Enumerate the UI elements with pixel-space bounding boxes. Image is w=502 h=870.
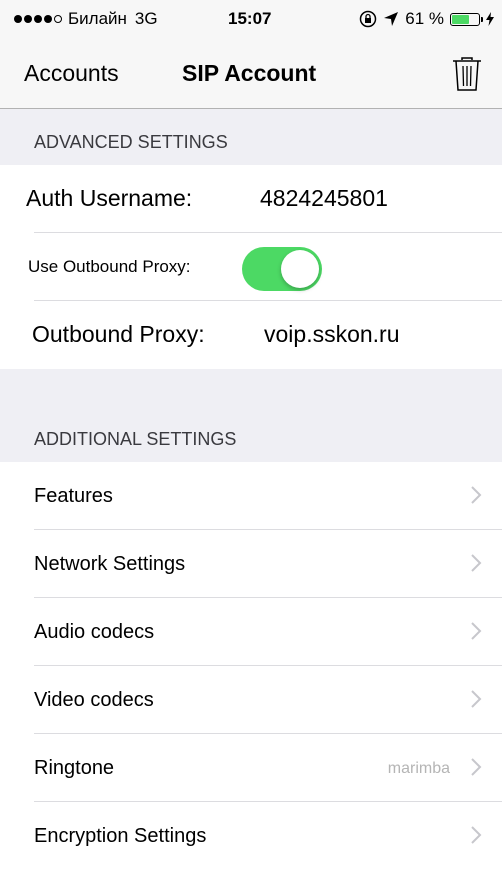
lock-rotation-icon <box>360 10 377 28</box>
location-arrow-icon <box>384 12 399 26</box>
list-item-audio-codecs[interactable]: Audio codecs <box>0 598 502 666</box>
auth-username-label: Auth Username: <box>26 185 193 211</box>
chevron-right-icon <box>471 554 482 572</box>
status-time: 15:07 <box>228 9 272 28</box>
battery-percent: 61 % <box>405 9 444 28</box>
back-button[interactable]: Accounts <box>24 60 119 87</box>
list-item-label: Encryption Settings <box>34 825 207 847</box>
toggle-knob <box>281 250 319 288</box>
network-type: 3G <box>134 9 158 28</box>
section-title: ADVANCED SETTINGS <box>34 132 228 152</box>
list-item-label: Network Settings <box>34 553 186 575</box>
list-item-label: Audio codecs <box>34 621 155 643</box>
list-item-network-settings[interactable]: Network Settings <box>0 530 502 598</box>
list-item-features[interactable]: Features <box>0 462 502 530</box>
list-item-label: Ringtone <box>34 757 115 779</box>
list-item-label: Video codecs <box>34 689 154 711</box>
charging-bolt-icon <box>486 12 494 26</box>
status-left: Билайн 3G <box>14 9 158 29</box>
outbound-proxy-label: Outbound Proxy: <box>32 321 205 347</box>
signal-dots-icon <box>14 15 62 23</box>
battery-icon <box>450 12 483 26</box>
trash-icon[interactable] <box>452 56 482 92</box>
use-outbound-proxy-toggle[interactable] <box>242 247 322 291</box>
list-item-encryption-settings[interactable]: Encryption Settings <box>0 802 502 870</box>
carrier-name: Билайн <box>68 9 127 28</box>
auth-username-field[interactable]: 4824245801 <box>260 185 388 212</box>
section-title: ADDITIONAL SETTINGS <box>34 429 237 449</box>
chevron-right-icon <box>471 622 482 640</box>
status-bar: Билайн 3G 15:07 61 % <box>0 0 502 40</box>
list-item-detail: marimba <box>387 760 450 777</box>
advanced-settings-group: Auth Username: 4824245801 Use Outbound P… <box>0 165 502 369</box>
list-item-ringtone[interactable]: Ringtone marimba <box>0 734 502 802</box>
list-item-video-codecs[interactable]: Video codecs <box>0 666 502 734</box>
chevron-right-icon <box>471 690 482 708</box>
additional-settings-list: Features Network Settings Audio codecs Vide… <box>0 462 502 870</box>
outbound-proxy-field[interactable]: voip.sskon.ru <box>264 321 400 348</box>
use-outbound-proxy-row: Use Outbound Proxy: <box>0 233 502 301</box>
chevron-right-icon <box>471 758 482 776</box>
navigation-bar: Accounts SIP Account <box>0 40 502 109</box>
chevron-right-icon <box>471 826 482 844</box>
page-title: SIP Account <box>182 60 317 86</box>
list-item-label: Features <box>34 485 113 507</box>
use-outbound-proxy-label: Use Outbound Proxy: <box>28 257 191 276</box>
outbound-proxy-row[interactable]: Outbound Proxy: voip.sskon.ru <box>0 301 502 369</box>
chevron-right-icon <box>471 486 482 504</box>
auth-username-row[interactable]: Auth Username: 4824245801 <box>0 165 502 233</box>
status-right: 61 % <box>359 9 494 29</box>
